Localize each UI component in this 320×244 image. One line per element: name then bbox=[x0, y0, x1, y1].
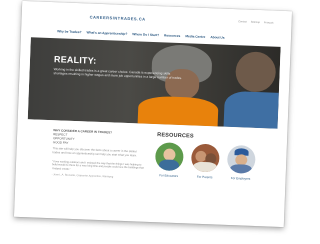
hero-title: REALITY: bbox=[53, 54, 97, 66]
utility-links: Contact Sitemap Français bbox=[238, 20, 273, 24]
website-screenshot: CAREERSINTRADES.CA Contact Sitemap Franç… bbox=[24, 9, 282, 219]
educators-photo[interactable] bbox=[154, 142, 184, 172]
hero-banner: REALITY: Working in the skilled trades i… bbox=[27, 37, 281, 129]
resources-list: For Educators For Parents For Employers bbox=[154, 142, 257, 181]
nav-item-apprenticeship[interactable]: What's an Apprenticeship? bbox=[86, 30, 127, 36]
photo-frame: CAREERSINTRADES.CA Contact Sitemap Franç… bbox=[13, 0, 293, 228]
resource-parents[interactable]: For Parents bbox=[190, 143, 221, 179]
resource-label-educators[interactable]: For Educators bbox=[159, 173, 178, 178]
nav-item-media-centre[interactable]: Media Centre bbox=[185, 34, 205, 39]
resource-label-parents[interactable]: For Parents bbox=[197, 175, 213, 180]
intro-column: WHY CONSIDER A CAREER IN TRADES? RESPECT… bbox=[52, 128, 146, 180]
testimonial-quote: "I love working outdoors and I enjoyed t… bbox=[51, 159, 144, 171]
parents-photo[interactable] bbox=[190, 143, 220, 173]
resources-title: RESOURCES bbox=[157, 132, 194, 140]
nav-item-why-trades[interactable]: Why be Trades? bbox=[57, 29, 82, 34]
testimonial-attribution: - Jenn L.A. Bouvette, Carpenter Apprenti… bbox=[51, 173, 114, 179]
hero-worker-face-right bbox=[234, 51, 277, 93]
site-logo[interactable]: CAREERSINTRADES.CA bbox=[90, 14, 146, 21]
nav-item-resources[interactable]: Resources bbox=[164, 33, 180, 38]
main-content: WHY CONSIDER A CAREER IN TRADES? RESPECT… bbox=[24, 119, 278, 219]
utility-link-sitemap[interactable]: Sitemap bbox=[251, 21, 260, 24]
utility-link-contact[interactable]: Contact bbox=[238, 20, 247, 23]
utility-link-french[interactable]: Français bbox=[264, 21, 274, 24]
intro-body: This site will help you discover the fac… bbox=[52, 146, 138, 158]
resource-label-employers[interactable]: For Employers bbox=[231, 176, 251, 181]
nav-item-where-start[interactable]: Where Do I Start? bbox=[132, 32, 159, 37]
employers-photo[interactable] bbox=[226, 144, 256, 174]
hero-worker-sleeve bbox=[223, 90, 279, 129]
resource-educators[interactable]: For Educators bbox=[154, 142, 185, 178]
nav-item-about-us[interactable]: About Us bbox=[210, 35, 224, 40]
resource-employers[interactable]: For Employers bbox=[226, 144, 257, 181]
